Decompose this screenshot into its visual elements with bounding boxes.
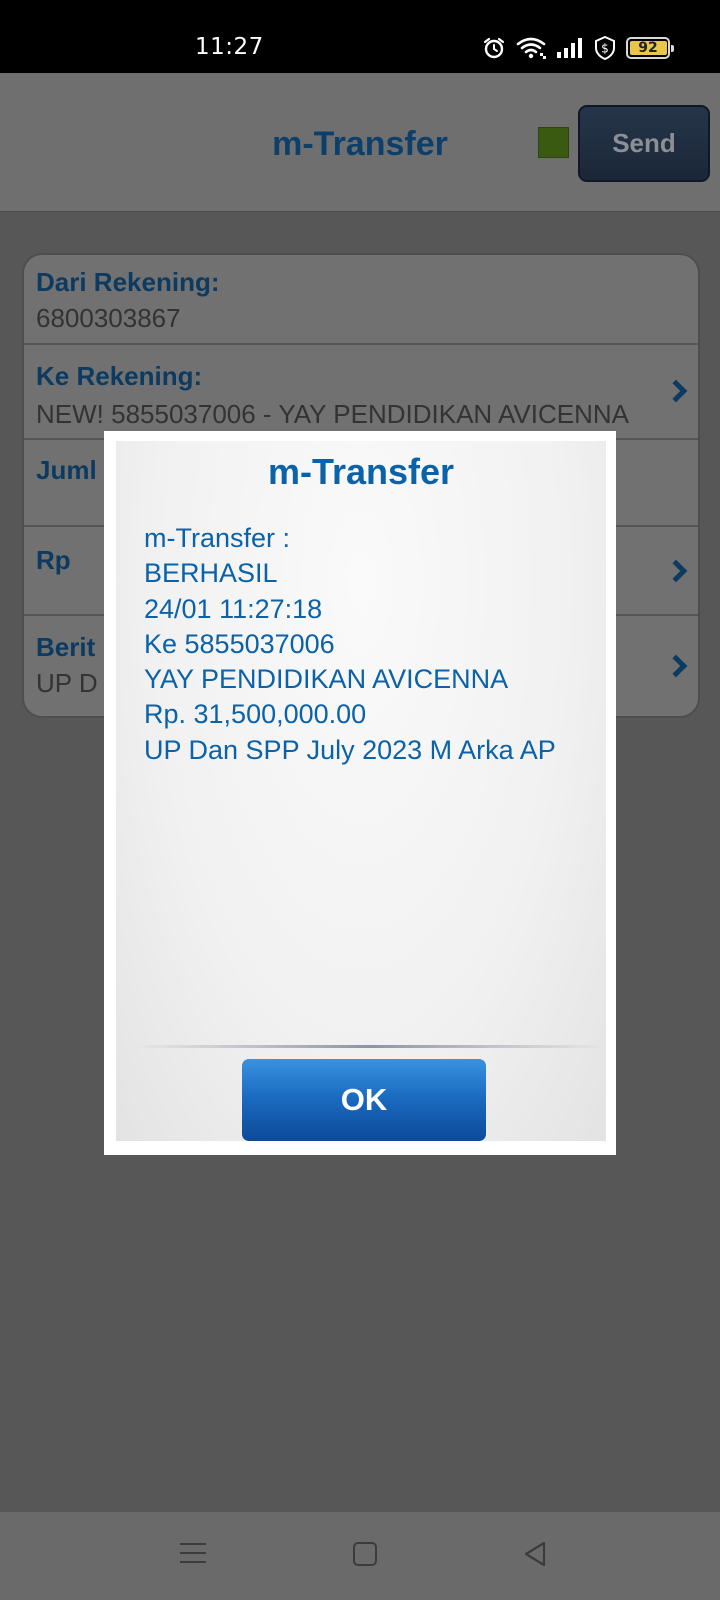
- recent-apps-icon[interactable]: [180, 1543, 206, 1565]
- to-account-label: Ke Rekening:: [36, 361, 203, 391]
- message-line: Ke 5855037006: [144, 628, 335, 659]
- message-line: UP Dan SPP July 2023 M Arka AP: [144, 734, 556, 765]
- svg-text:$: $: [601, 42, 609, 56]
- battery-icon: 92: [626, 37, 674, 59]
- status-icons: $ 92: [482, 34, 674, 62]
- send-button[interactable]: Send: [578, 105, 710, 182]
- to-account-row[interactable]: Ke Rekening: NEW! 5855037006 - YAY PENDI…: [24, 345, 698, 440]
- note-value: UP D: [36, 668, 98, 698]
- to-account-value: NEW! 5855037006 - YAY PENDIDIKAN AVICENN…: [36, 399, 629, 429]
- wifi-icon: [516, 37, 546, 59]
- navigation-bar: [0, 1512, 720, 1600]
- from-account-value: 6800303867: [36, 303, 181, 333]
- ok-button[interactable]: OK: [242, 1059, 486, 1141]
- status-bar: 11:27 $ 92: [0, 0, 720, 73]
- back-icon[interactable]: [522, 1540, 548, 1568]
- amount-label: Juml: [36, 455, 97, 485]
- note-label: Berit: [36, 632, 96, 662]
- shield-dollar-icon: $: [595, 36, 615, 60]
- chevron-right-icon: [664, 379, 688, 403]
- message-line: 24/01 11:27:18: [144, 593, 323, 624]
- dialog-title: m-Transfer: [267, 451, 455, 492]
- app-header: m-Transfer Send: [0, 73, 720, 212]
- status-indicator: [538, 127, 569, 158]
- chevron-right-icon: [664, 559, 688, 583]
- alarm-icon: [483, 37, 505, 59]
- message-line: m-Transfer :: [144, 523, 291, 553]
- message-line: Rp. 31,500,000.00: [144, 699, 367, 730]
- from-account-label: Dari Rekening:: [36, 267, 220, 297]
- dialog-body: m-Transfer m-Transfer : BERHASIL 24/01 1…: [116, 441, 606, 1141]
- battery-level: 92: [638, 40, 658, 56]
- message-line: YAY PENDIDIKAN AVICENNA: [144, 664, 509, 695]
- message-line: BERHASIL: [144, 558, 278, 589]
- result-dialog: m-Transfer m-Transfer : BERHASIL 24/01 1…: [104, 431, 616, 1155]
- status-time: 11:27: [195, 34, 264, 60]
- home-icon[interactable]: [353, 1542, 377, 1566]
- currency-label: Rp: [36, 545, 71, 575]
- dialog-divider: [134, 1045, 606, 1048]
- signal-icon: [557, 38, 582, 58]
- dialog-message: m-Transfer : BERHASIL 24/01 11:27:18 Ke …: [144, 521, 556, 768]
- from-account-row: Dari Rekening: 6800303867: [24, 255, 698, 345]
- chevron-right-icon: [664, 654, 688, 678]
